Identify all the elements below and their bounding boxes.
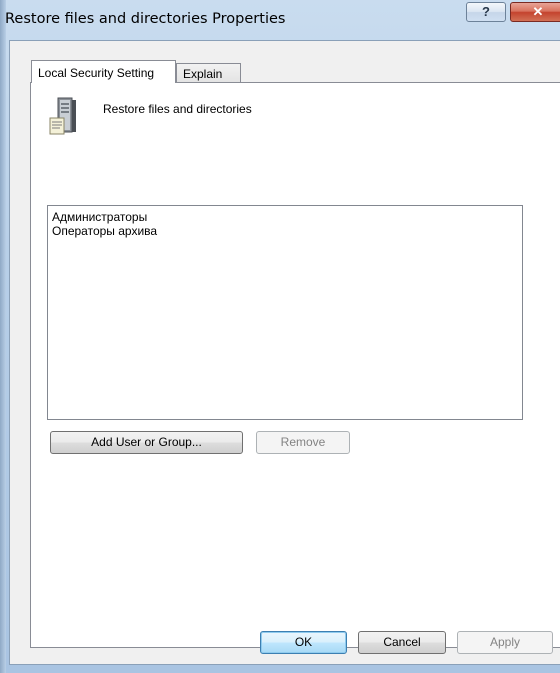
- tab-explain[interactable]: Explain: [176, 63, 241, 83]
- help-icon: ?: [482, 4, 490, 19]
- title-bar[interactable]: Restore files and directories Properties…: [0, 0, 560, 40]
- remove-button[interactable]: Remove: [256, 431, 350, 454]
- cancel-button[interactable]: Cancel: [358, 631, 446, 654]
- list-item[interactable]: Операторы архива: [48, 224, 522, 238]
- policy-name: Restore files and directories: [103, 102, 252, 116]
- window-frame: Restore files and directories Properties…: [0, 0, 560, 673]
- help-button[interactable]: ?: [466, 2, 506, 22]
- close-button[interactable]: ✕: [510, 2, 560, 22]
- ok-button[interactable]: OK: [260, 631, 347, 654]
- server-policy-icon: [49, 97, 76, 135]
- close-icon: ✕: [532, 4, 544, 19]
- add-user-or-group-button[interactable]: Add User or Group...: [50, 431, 243, 454]
- dialog-client-area: Local Security Setting Explain Restore f…: [9, 40, 560, 665]
- list-item[interactable]: Администраторы: [48, 210, 522, 224]
- tab-local-security-setting[interactable]: Local Security Setting: [31, 60, 176, 83]
- apply-button[interactable]: Apply: [457, 631, 553, 654]
- principals-listbox[interactable]: Администраторы Операторы архива: [47, 205, 523, 420]
- window-title: Restore files and directories Properties: [5, 11, 286, 27]
